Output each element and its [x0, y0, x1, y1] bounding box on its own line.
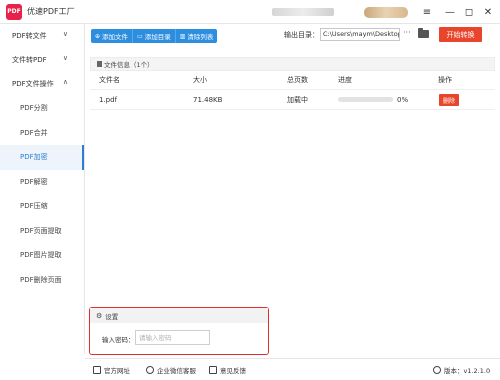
sidebar-group-label: PDF转文件 — [12, 32, 47, 40]
add-file-button[interactable]: ⊕ 添加文件 — [91, 29, 134, 43]
progress-bar — [338, 97, 393, 102]
sidebar: PDF转文件 ∨ 文件转PDF ∨ PDF文件操作 ∧ PDF分割 PDF合并 … — [0, 24, 85, 354]
refresh-icon — [433, 366, 441, 374]
sidebar-item-pdf-merge[interactable]: PDF合并 — [0, 121, 84, 146]
browse-more-button[interactable]: ··· — [403, 28, 411, 37]
sidebar-item-pdf-split[interactable]: PDF分割 — [0, 96, 84, 121]
password-input[interactable] — [135, 330, 210, 345]
password-label: 输入密码： — [102, 336, 135, 344]
sidebar-item-pdf-image-extract[interactable]: PDF图片提取 — [0, 243, 84, 268]
chat-icon — [146, 366, 154, 374]
maximize-icon[interactable]: ◻ — [462, 5, 476, 19]
sidebar-item-pdf-encrypt[interactable]: PDF加密 — [0, 145, 84, 170]
clear-list-label: 清除列表 — [187, 33, 214, 41]
start-convert-button[interactable]: 开始转换 — [439, 27, 482, 42]
sidebar-group-pdf-to-file[interactable]: PDF转文件 ∨ — [0, 24, 84, 48]
sidebar-item-label: PDF压缩 — [20, 202, 48, 211]
col-header-progress: 进度 — [338, 76, 352, 84]
output-dir-field[interactable]: C:\Users\maym\Desktop — [320, 28, 400, 41]
progress-percent: 0% — [397, 95, 409, 104]
toolbar: ⊕ 添加文件 ▭ 添加目录 ▥ 清除列表 输出目录： C:\Users\maym… — [85, 24, 500, 54]
col-header-action: 操作 — [438, 76, 452, 84]
account-info-blurred[interactable] — [272, 8, 334, 16]
add-file-icon: ⊕ — [95, 32, 101, 40]
sidebar-item-label: PDF加密 — [20, 153, 48, 162]
sidebar-group-label: PDF文件操作 — [12, 80, 54, 88]
version-label: 版本：v1.2.1.0 — [444, 367, 491, 375]
sidebar-item-pdf-decrypt[interactable]: PDF解密 — [0, 170, 84, 195]
clear-list-button[interactable]: ▥ 清除列表 — [176, 29, 218, 43]
wechat-support-link[interactable]: 企业微信客服 — [146, 365, 196, 375]
file-button-group: ⊕ 添加文件 ▭ 添加目录 ▥ 清除列表 — [91, 29, 218, 43]
settings-panel: ⚙ 设置 输入密码： — [89, 307, 269, 355]
folder-icon: ▭ — [137, 32, 143, 40]
file-list-panel: 文件信息（1个） 文件名 大小 总页数 进度 操作 1.pdf 71.48KB … — [90, 57, 495, 303]
website-link[interactable]: 官方网址 — [93, 365, 130, 375]
sidebar-item-pdf-delete-pages[interactable]: PDF删除页面 — [0, 268, 84, 293]
add-folder-button[interactable]: ▭ 添加目录 — [133, 29, 176, 43]
add-folder-label: 添加目录 — [144, 33, 171, 41]
table-header: 文件名 大小 总页数 进度 操作 — [90, 71, 495, 90]
feedback-label: 意见反馈 — [220, 367, 246, 375]
col-header-name: 文件名 — [99, 76, 120, 84]
chevron-down-icon: ∨ — [62, 30, 68, 38]
sidebar-group-label: 文件转PDF — [12, 56, 47, 64]
sidebar-item-pdf-page-extract[interactable]: PDF页面提取 — [0, 219, 84, 244]
sidebar-item-label: PDF删除页面 — [20, 275, 62, 284]
sidebar-item-label: PDF页面提取 — [20, 226, 62, 235]
title-bar: PDF 优速PDF工厂 ≡ — ◻ ✕ — [0, 0, 500, 24]
minimize-icon[interactable]: — — [443, 5, 457, 19]
wechat-label: 企业微信客服 — [157, 367, 196, 375]
document-icon — [97, 61, 102, 67]
app-title: 优速PDF工厂 — [27, 7, 75, 16]
sidebar-item-label: PDF解密 — [20, 177, 48, 186]
settings-header: ⚙ 设置 — [90, 308, 268, 323]
file-pages: 加载中 — [287, 95, 308, 104]
col-header-pages: 总页数 — [287, 76, 308, 84]
close-icon[interactable]: ✕ — [481, 5, 495, 19]
chevron-up-icon: ∧ — [62, 78, 68, 86]
delete-button[interactable]: 删除 — [439, 94, 459, 106]
sidebar-item-label: PDF图片提取 — [20, 251, 62, 260]
add-file-label: 添加文件 — [102, 33, 129, 41]
file-info-label: 文件信息（1个） — [104, 61, 154, 69]
feedback-link[interactable]: 意见反馈 — [209, 365, 246, 375]
home-icon — [93, 366, 101, 374]
settings-title: 设置 — [105, 312, 119, 321]
file-size: 71.48KB — [193, 95, 223, 104]
sidebar-item-label: PDF分割 — [20, 104, 48, 113]
table-row: 1.pdf 71.48KB 加载中 0% 删除 — [90, 90, 495, 110]
sidebar-item-pdf-compress[interactable]: PDF压缩 — [0, 194, 84, 219]
gear-icon: ⚙ — [96, 311, 103, 320]
file-info-bar: 文件信息（1个） — [90, 57, 495, 71]
chevron-down-icon: ∨ — [62, 54, 68, 62]
feedback-icon — [209, 366, 217, 374]
sidebar-item-label: PDF合并 — [20, 128, 48, 137]
sidebar-group-pdf-operations[interactable]: PDF文件操作 ∧ — [0, 72, 84, 96]
vip-badge-blurred[interactable] — [364, 7, 408, 18]
trash-icon: ▥ — [179, 32, 186, 40]
website-label: 官方网址 — [104, 367, 130, 375]
col-header-size: 大小 — [193, 76, 207, 84]
status-bar: 官方网址 企业微信客服 意见反馈 版本：v1.2.1.0 — [85, 358, 500, 380]
output-dir-label: 输出目录： — [284, 31, 319, 39]
file-name: 1.pdf — [99, 95, 118, 104]
sidebar-group-file-to-pdf[interactable]: 文件转PDF ∨ — [0, 48, 84, 72]
app-logo-icon: PDF — [6, 3, 22, 20]
version-info[interactable]: 版本：v1.2.1.0 — [433, 365, 490, 375]
open-folder-icon[interactable] — [418, 28, 429, 38]
menu-icon[interactable]: ≡ — [420, 5, 434, 19]
